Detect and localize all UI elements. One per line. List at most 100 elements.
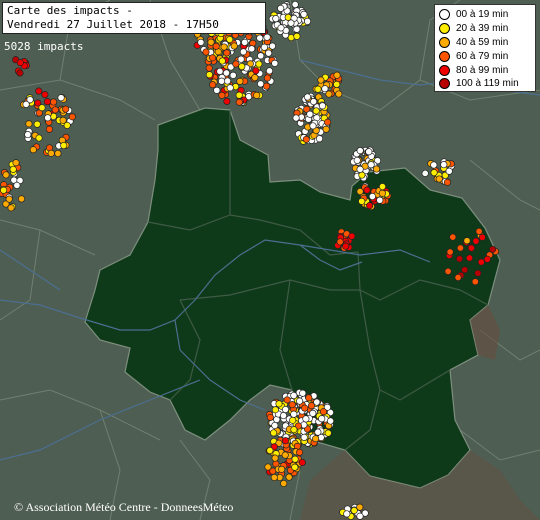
lightning-impact-marker xyxy=(266,413,274,421)
legend-item: 80 à 99 min xyxy=(439,63,531,77)
lightning-impact-marker xyxy=(257,80,265,88)
lightning-impact-marker xyxy=(342,242,350,250)
map-date: Vendredi 27 Juillet 2018 - 17H50 xyxy=(7,18,219,31)
lightning-impact-marker xyxy=(236,77,244,85)
lightning-impact-marker xyxy=(272,15,280,23)
lightning-impact-marker xyxy=(216,67,224,75)
lightning-impact-marker xyxy=(252,67,260,75)
lightning-impact-marker xyxy=(314,85,322,93)
lightning-impact-marker xyxy=(33,120,41,128)
lightning-impact-marker xyxy=(291,463,299,471)
lightning-impact-marker xyxy=(290,426,298,434)
lightning-impact-marker xyxy=(270,429,278,437)
lightning-impact-marker xyxy=(271,421,279,430)
lightning-impact-marker xyxy=(270,473,278,482)
lightning-impact-marker xyxy=(298,458,306,467)
lightning-impact-marker xyxy=(291,0,299,9)
lightning-impact-marker xyxy=(24,131,32,139)
lightning-impact-marker xyxy=(333,80,341,88)
lightning-impact-marker xyxy=(301,404,309,412)
lightning-impact-marker xyxy=(229,71,237,79)
lightning-impact-marker xyxy=(430,169,438,177)
lightning-impact-marker xyxy=(54,149,62,158)
lightning-impact-marker xyxy=(292,114,300,122)
lightning-impact-marker xyxy=(474,269,482,277)
lightning-impact-marker xyxy=(35,134,43,142)
legend-swatch xyxy=(439,64,450,76)
lightning-impact-marker xyxy=(251,74,259,82)
lightning-impact-marker xyxy=(25,120,33,128)
lightning-impact-marker xyxy=(281,451,289,459)
lightning-impact-marker xyxy=(205,64,213,72)
legend-item: 00 à 19 min xyxy=(439,8,531,22)
lightning-impact-marker xyxy=(307,402,316,410)
lightning-impact-marker xyxy=(378,183,387,191)
lightning-impact-marker xyxy=(226,35,234,44)
lightning-impact-marker xyxy=(209,81,217,89)
lightning-impact-marker xyxy=(16,59,24,67)
lightning-impact-marker xyxy=(230,42,238,50)
lightning-impact-marker xyxy=(421,169,429,177)
lightning-impact-marker xyxy=(463,237,471,245)
legend-swatch xyxy=(439,36,450,48)
lightning-impact-marker xyxy=(472,237,480,245)
lightning-impact-marker xyxy=(237,55,245,63)
lightning-impact-marker xyxy=(288,401,296,409)
legend-label: 100 à 119 min xyxy=(456,78,519,90)
lightning-impact-marker xyxy=(238,62,246,71)
lightning-impact-marker xyxy=(303,17,312,25)
lightning-impact-marker xyxy=(29,146,37,154)
lightning-impact-marker xyxy=(456,244,464,252)
lightning-impact-marker xyxy=(263,33,271,41)
legend: 00 à 19 min 20 à 39 min 40 à 59 min 60 à… xyxy=(434,4,536,92)
lightning-impact-marker xyxy=(271,454,279,462)
lightning-impact-marker xyxy=(300,10,308,18)
lightning-impact-marker xyxy=(312,435,320,443)
lightning-impact-marker xyxy=(368,192,376,201)
lightning-impact-marker xyxy=(271,59,279,67)
legend-label: 20 à 39 min xyxy=(456,23,509,35)
lightning-impact-marker xyxy=(275,400,283,408)
lightning-impact-marker xyxy=(235,98,243,106)
legend-swatch xyxy=(439,23,450,35)
legend-item: 60 à 79 min xyxy=(439,49,531,63)
lightning-impact-marker xyxy=(477,258,485,266)
lightning-impact-marker xyxy=(260,43,268,51)
lightning-impact-marker xyxy=(376,196,384,204)
lightning-impact-marker xyxy=(293,25,301,33)
lightning-impact-marker xyxy=(475,227,483,235)
lightning-impact-marker xyxy=(321,85,329,93)
lightning-impact-marker xyxy=(205,71,213,79)
lightning-impact-marker xyxy=(218,91,226,99)
legend-label: 80 à 99 min xyxy=(456,64,509,76)
lightning-impact-marker xyxy=(322,125,330,133)
lightning-impact-marker xyxy=(279,412,288,420)
lightning-impact-marker xyxy=(430,161,438,169)
lightning-impact-marker xyxy=(445,167,453,175)
lightning-impact-marker xyxy=(9,165,17,173)
lightning-impact-marker xyxy=(7,204,15,212)
lightning-impact-marker xyxy=(68,113,76,121)
lightning-impact-marker xyxy=(59,116,67,124)
lightning-impact-marker xyxy=(287,19,295,27)
lightning-impact-marker xyxy=(335,90,343,98)
lightning-impact-marker xyxy=(263,82,271,90)
lightning-impact-marker xyxy=(223,97,231,105)
lightning-impact-marker xyxy=(465,254,474,262)
lightning-impact-marker xyxy=(309,409,317,417)
lightning-impact-marker xyxy=(356,147,364,155)
lightning-impact-marker xyxy=(302,135,310,143)
legend-item: 100 à 119 min xyxy=(439,77,531,91)
lightning-impact-marker xyxy=(365,148,373,156)
lightning-impact-marker xyxy=(253,91,261,99)
map-title: Carte des impacts - xyxy=(7,4,133,17)
lightning-impact-marker xyxy=(43,98,51,106)
lightning-impact-marker xyxy=(291,455,299,463)
legend-label: 60 à 79 min xyxy=(456,50,509,62)
lightning-impact-marker xyxy=(358,197,366,205)
lightning-impact-marker xyxy=(17,195,26,203)
lightning-impact-marker xyxy=(232,60,240,68)
lightning-impact-marker xyxy=(478,233,486,241)
lightning-impact-marker xyxy=(435,175,443,183)
lightning-impact-marker xyxy=(263,74,271,82)
